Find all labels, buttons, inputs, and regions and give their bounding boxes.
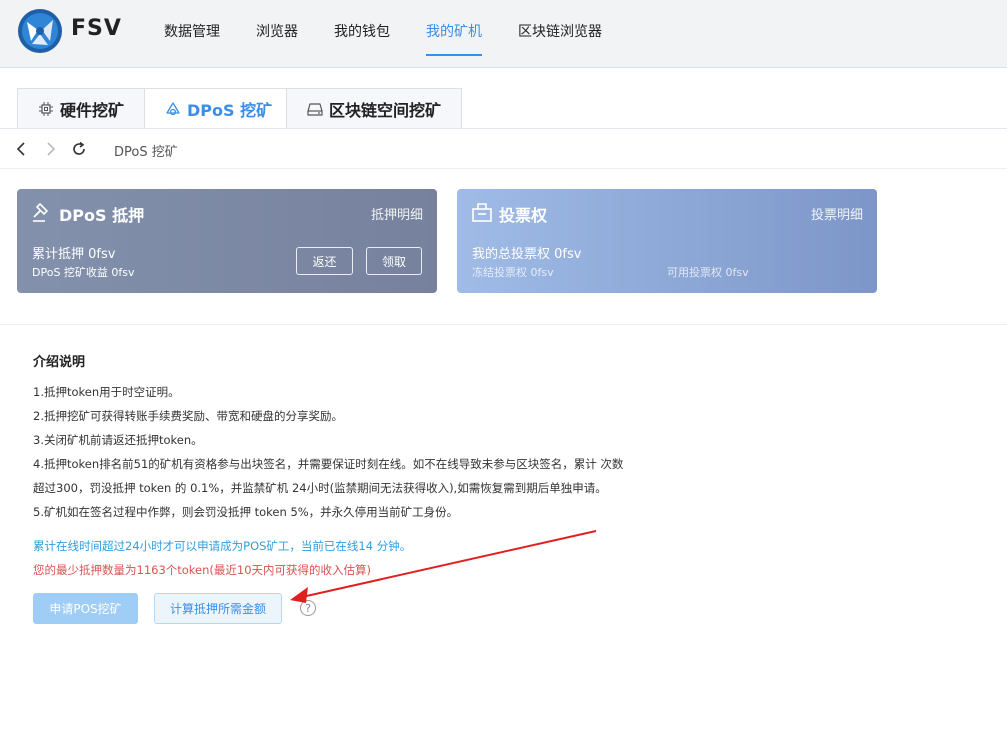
available-voting-power: 可用投票权 0fsv xyxy=(667,266,749,279)
vote-card-title: 投票权 xyxy=(499,206,548,225)
tab-blockchain-space-mining[interactable]: 区块链空间挖矿 xyxy=(286,88,462,129)
section-divider xyxy=(0,324,1007,325)
nav-browser[interactable]: 浏览器 xyxy=(256,21,298,41)
tab-hardware-mining[interactable]: 硬件挖矿 xyxy=(17,88,145,129)
intro-line-4: 4.抵押token排名前51的矿机有资格参与出块签名，并需要保证时刻在线。如不在… xyxy=(33,457,624,471)
dpos-card-title: DPoS 抵押 xyxy=(59,206,145,225)
browser-toolbar: DPoS 挖矿 xyxy=(0,129,1007,169)
total-voting-power: 我的总投票权 0fsv xyxy=(472,247,582,262)
ballot-box-icon xyxy=(472,203,492,222)
nav-blockchain-browser[interactable]: 区块链浏览器 xyxy=(518,21,602,41)
claim-button[interactable]: 领取 xyxy=(366,247,422,275)
dpos-pledge-card: DPoS 抵押 抵押明细 累计抵押 0fsv DPoS 挖矿收益 0fsv 返还… xyxy=(17,189,437,293)
back-icon[interactable] xyxy=(14,141,30,157)
brand-name: FSV xyxy=(71,16,122,41)
intro-title: 介绍说明 xyxy=(33,355,86,370)
nav-data-management[interactable]: 数据管理 xyxy=(164,21,220,41)
forward-icon[interactable] xyxy=(42,141,58,157)
frozen-voting-power: 冻结投票权 0fsv xyxy=(472,266,554,279)
intro-line-3: 3.关闭矿机前请返还抵押token。 xyxy=(33,433,203,447)
dpos-income: DPoS 挖矿收益 0fsv xyxy=(32,266,135,279)
chip-icon xyxy=(39,101,53,116)
nav-my-miner[interactable]: 我的矿机 xyxy=(426,21,482,41)
apply-pos-mining-button[interactable]: 申请POS挖矿 xyxy=(33,593,138,624)
fsv-logo-icon[interactable] xyxy=(17,8,63,54)
dpos-icon xyxy=(166,101,180,115)
intro-line-2: 2.抵押挖矿可获得转账手续费奖励、带宽和硬盘的分享奖励。 xyxy=(33,409,343,423)
hard-disk-icon xyxy=(307,102,323,116)
intro-line-5: 超过300，罚没抵押 token 的 0.1%，并监禁矿机 24小时(监禁期间无… xyxy=(33,481,607,495)
tab-hardware-mining-label: 硬件挖矿 xyxy=(60,100,125,120)
intro-line-6: 5.矿机如在签名过程中作弊，则会罚没抵押 token 5%，并永久停用当前矿工身… xyxy=(33,505,459,519)
intro-line-1: 1.抵押token用于时空证明。 xyxy=(33,385,180,399)
refresh-icon[interactable] xyxy=(71,141,87,157)
total-pledge: 累计抵押 0fsv xyxy=(32,247,116,262)
vote-detail-link[interactable]: 投票明细 xyxy=(811,204,863,223)
pledge-detail-link[interactable]: 抵押明细 xyxy=(371,204,423,223)
tab-blockchain-space-mining-label: 区块链空间挖矿 xyxy=(329,100,442,120)
annotation-arrow-icon xyxy=(290,530,597,603)
tab-dpos-mining-label: DPoS 挖矿 xyxy=(187,100,273,120)
return-button[interactable]: 返还 xyxy=(296,247,353,275)
nav-active-indicator xyxy=(426,54,482,56)
top-bar: FSV 数据管理 浏览器 我的钱包 我的矿机 区块链浏览器 xyxy=(0,0,1007,68)
voting-power-card: 投票权 投票明细 我的总投票权 0fsv 冻结投票权 0fsv 可用投票权 0f… xyxy=(457,189,877,293)
current-page-label: DPoS 挖矿 xyxy=(114,145,178,160)
calculate-pledge-button[interactable]: 计算抵押所需金额 xyxy=(154,593,282,624)
nav-my-wallet[interactable]: 我的钱包 xyxy=(334,21,390,41)
gavel-icon xyxy=(33,202,49,222)
tab-dpos-mining[interactable]: DPoS 挖矿 xyxy=(144,88,287,129)
